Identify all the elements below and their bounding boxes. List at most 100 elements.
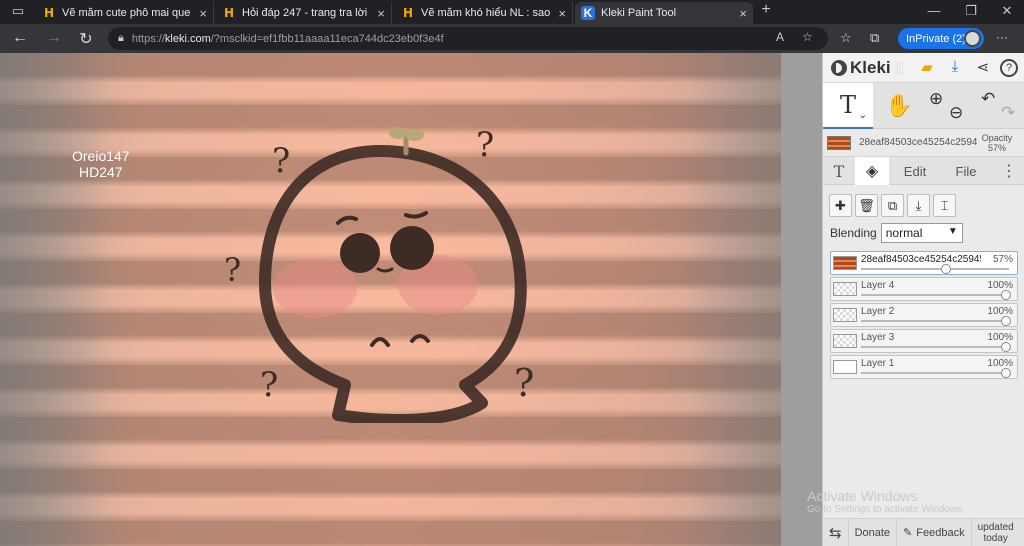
merge-down-icon[interactable]: ⤓ <box>907 194 930 217</box>
canvas-workspace[interactable]: ? ? ? ? ? Oreio147 HD247 <box>0 53 822 546</box>
kleki-logo-icon <box>831 59 847 76</box>
layer-row[interactable]: Layer 2 100% <box>830 303 1018 327</box>
tab-edit[interactable]: Edit <box>889 157 941 185</box>
layer-name: Layer 2 <box>861 306 895 317</box>
kleki-logo-text: Kleki <box>850 57 891 77</box>
swap-side-icon[interactable]: ⇆ <box>823 518 849 546</box>
maximize-icon[interactable]: ❐ <box>961 3 981 19</box>
collections-icon[interactable]: ⧉ <box>870 30 879 46</box>
zoom-out-icon[interactable]: ⊖ <box>949 103 963 123</box>
new-tab-icon[interactable]: + <box>756 1 776 19</box>
hoidap-favicon-icon: H <box>223 6 235 20</box>
layer-opacity: 100% <box>987 332 1013 343</box>
forward-icon[interactable]: → <box>44 29 64 47</box>
opacity-slider-track[interactable] <box>861 268 1009 270</box>
opacity-slider-knob[interactable] <box>940 264 951 274</box>
address-bar[interactable]: 🔒︎ https://kleki.com/?msclkid=ef1fbb11aa… <box>108 27 828 50</box>
favorites-icon[interactable]: ☆ <box>840 30 852 46</box>
layer-thumbnail <box>833 308 857 322</box>
layer-opacity: 57% <box>992 254 1013 265</box>
kleki-logo: Kleki <box>831 58 891 78</box>
duplicate-layer-icon[interactable]: ⧉ <box>881 194 904 217</box>
browser-tab-4[interactable]: K Kleki Paint Tool × <box>575 2 753 24</box>
opacity-slider-knob[interactable] <box>1001 316 1011 326</box>
tab-title: Vẽ mẵm cute phô mai que ik ( k <box>62 7 193 19</box>
activate-windows-title: Activate Windows <box>807 488 918 504</box>
kleki-header: Kleki ▯ ▰ ⤓ ⋖ ? <box>823 53 1024 83</box>
hand-tool-button[interactable]: ✋ <box>875 83 923 129</box>
text-tool-button[interactable]: T ⌄ <box>823 83 873 129</box>
text-tool-icon: T <box>839 91 856 119</box>
undo-icon[interactable]: ↶ <box>981 89 995 109</box>
tab-title: Kleki Paint Tool <box>601 7 677 19</box>
tab-layers[interactable]: ◈ <box>855 157 889 185</box>
read-aloud-icon[interactable]: A <box>776 30 784 44</box>
layer-name: Layer 3 <box>861 332 895 343</box>
opacity-readout: Opacity 57% <box>977 133 1017 153</box>
current-layer-thumbnail <box>827 135 851 150</box>
more-options-icon[interactable]: ··· <box>996 30 1008 44</box>
question-mark-doodle: ? <box>224 251 242 289</box>
minimize-icon[interactable]: — <box>924 3 944 18</box>
zoom-in-icon[interactable]: ⊕ <box>929 89 943 109</box>
opacity-slider-track[interactable] <box>861 372 1009 374</box>
layer-opacity: 100% <box>987 280 1013 291</box>
opacity-slider-track[interactable] <box>861 294 1009 296</box>
tab-text[interactable]: T <box>823 157 855 185</box>
more-menu-icon[interactable]: ⋮ <box>993 157 1024 185</box>
opacity-slider-knob[interactable] <box>1001 368 1011 378</box>
opacity-value: 57% <box>987 142 1006 153</box>
feedback-link[interactable]: ✎ Feedback <box>897 518 972 546</box>
opacity-label: Opacity <box>981 132 1013 143</box>
question-mark-doodle: ? <box>260 365 279 405</box>
layer-opacity: 100% <box>987 358 1013 369</box>
browser-tab-strip: ▭ H Vẽ mẵm cute phô mai que ik ( k × H H… <box>0 0 1024 24</box>
pencil-icon: ✎ <box>903 527 913 539</box>
current-layer-name: 28eaf84503ce45254c259458 <box>859 137 977 148</box>
close-window-icon[interactable]: ✕ <box>997 3 1017 19</box>
layer-thumbnail <box>833 256 857 270</box>
browser-tab-2[interactable]: H Hỏi đáp 247 - trang tra lời × <box>216 2 392 24</box>
rename-layer-icon[interactable]: ⌶ <box>933 194 956 217</box>
refresh-icon[interactable]: ↻ <box>76 29 96 49</box>
close-tab-icon[interactable]: × <box>558 6 566 21</box>
layer-row[interactable]: Layer 3 100% <box>830 329 1018 353</box>
donate-link[interactable]: Donate <box>849 518 898 546</box>
new-file-icon[interactable]: ▯ <box>889 58 909 76</box>
layer-row[interactable]: 28eaf84503ce45254c2594589 57% <box>830 251 1018 275</box>
blending-select[interactable]: normal ▼ <box>880 223 963 243</box>
layer-name: 28eaf84503ce45254c2594589 <box>861 254 981 265</box>
drawing-canvas[interactable]: ? ? ? ? ? Oreio147 HD247 <box>0 53 781 546</box>
layer-thumbnail <box>833 334 857 348</box>
help-icon[interactable]: ? <box>1000 59 1018 77</box>
watermark-line-1: Oreio147 <box>72 148 130 164</box>
close-tab-icon[interactable]: × <box>377 6 385 21</box>
close-tab-icon[interactable]: × <box>199 6 207 21</box>
add-layer-icon[interactable]: ✚ <box>829 194 852 217</box>
open-file-icon[interactable]: ▰ <box>917 58 937 76</box>
redo-icon[interactable]: ↷ <box>1001 103 1015 123</box>
layer-row[interactable]: Layer 1 100% <box>830 355 1018 379</box>
hand-icon: ✋ <box>885 93 913 118</box>
inprivate-button[interactable]: InPrivate (2) <box>898 28 984 49</box>
browser-toolbar: ← → ↻ 🔒︎ https://kleki.com/?msclkid=ef1f… <box>0 24 1024 53</box>
close-tab-icon[interactable]: × <box>739 6 747 21</box>
question-mark-doodle: ? <box>514 361 535 405</box>
share-icon[interactable]: ⋖ <box>973 58 993 76</box>
opacity-slider-knob[interactable] <box>1001 342 1011 352</box>
opacity-slider-track[interactable] <box>861 346 1009 348</box>
chevron-down-icon[interactable]: ⌄ <box>859 110 867 121</box>
blending-value: normal <box>885 226 923 240</box>
opacity-slider-knob[interactable] <box>1001 290 1011 300</box>
back-icon[interactable]: ← <box>10 29 30 47</box>
download-icon[interactable]: ⤓ <box>945 58 965 75</box>
watermark-line-2: HD247 <box>79 164 123 180</box>
opacity-slider-track[interactable] <box>861 320 1009 322</box>
browser-tab-3[interactable]: H Vẽ mẵm khó hiểu NL : sao chép × <box>395 2 573 24</box>
delete-layer-icon[interactable]: 🗑︎ <box>855 194 878 217</box>
tab-file[interactable]: File <box>941 157 991 185</box>
tab-actions-icon[interactable]: ▭ <box>8 3 28 19</box>
browser-tab-1[interactable]: H Vẽ mẵm cute phô mai que ik ( k × <box>36 2 214 24</box>
layer-row[interactable]: Layer 4 100% <box>830 277 1018 301</box>
favorite-star-icon[interactable]: ☆ <box>802 30 813 44</box>
